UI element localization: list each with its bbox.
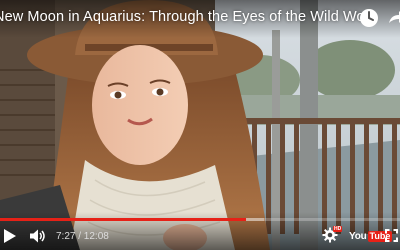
hd-badge: HD bbox=[333, 226, 343, 232]
title-bar: New Moon in Aquarius: Through the Eyes o… bbox=[0, 0, 400, 38]
video-player[interactable]: New Moon in Aquarius: Through the Eyes o… bbox=[0, 0, 400, 250]
play-icon[interactable] bbox=[4, 229, 16, 243]
progress-bar[interactable] bbox=[0, 218, 400, 221]
youtube-logo-you: You bbox=[349, 230, 367, 242]
fullscreen-icon[interactable] bbox=[385, 229, 398, 242]
time-display: 7:27 / 12:08 bbox=[56, 231, 109, 242]
volume-icon[interactable] bbox=[30, 229, 46, 243]
video-title[interactable]: New Moon in Aquarius: Through the Eyes o… bbox=[0, 9, 377, 25]
clock-icon[interactable] bbox=[358, 7, 380, 29]
played-bar bbox=[0, 218, 246, 221]
share-icon[interactable] bbox=[385, 7, 400, 29]
